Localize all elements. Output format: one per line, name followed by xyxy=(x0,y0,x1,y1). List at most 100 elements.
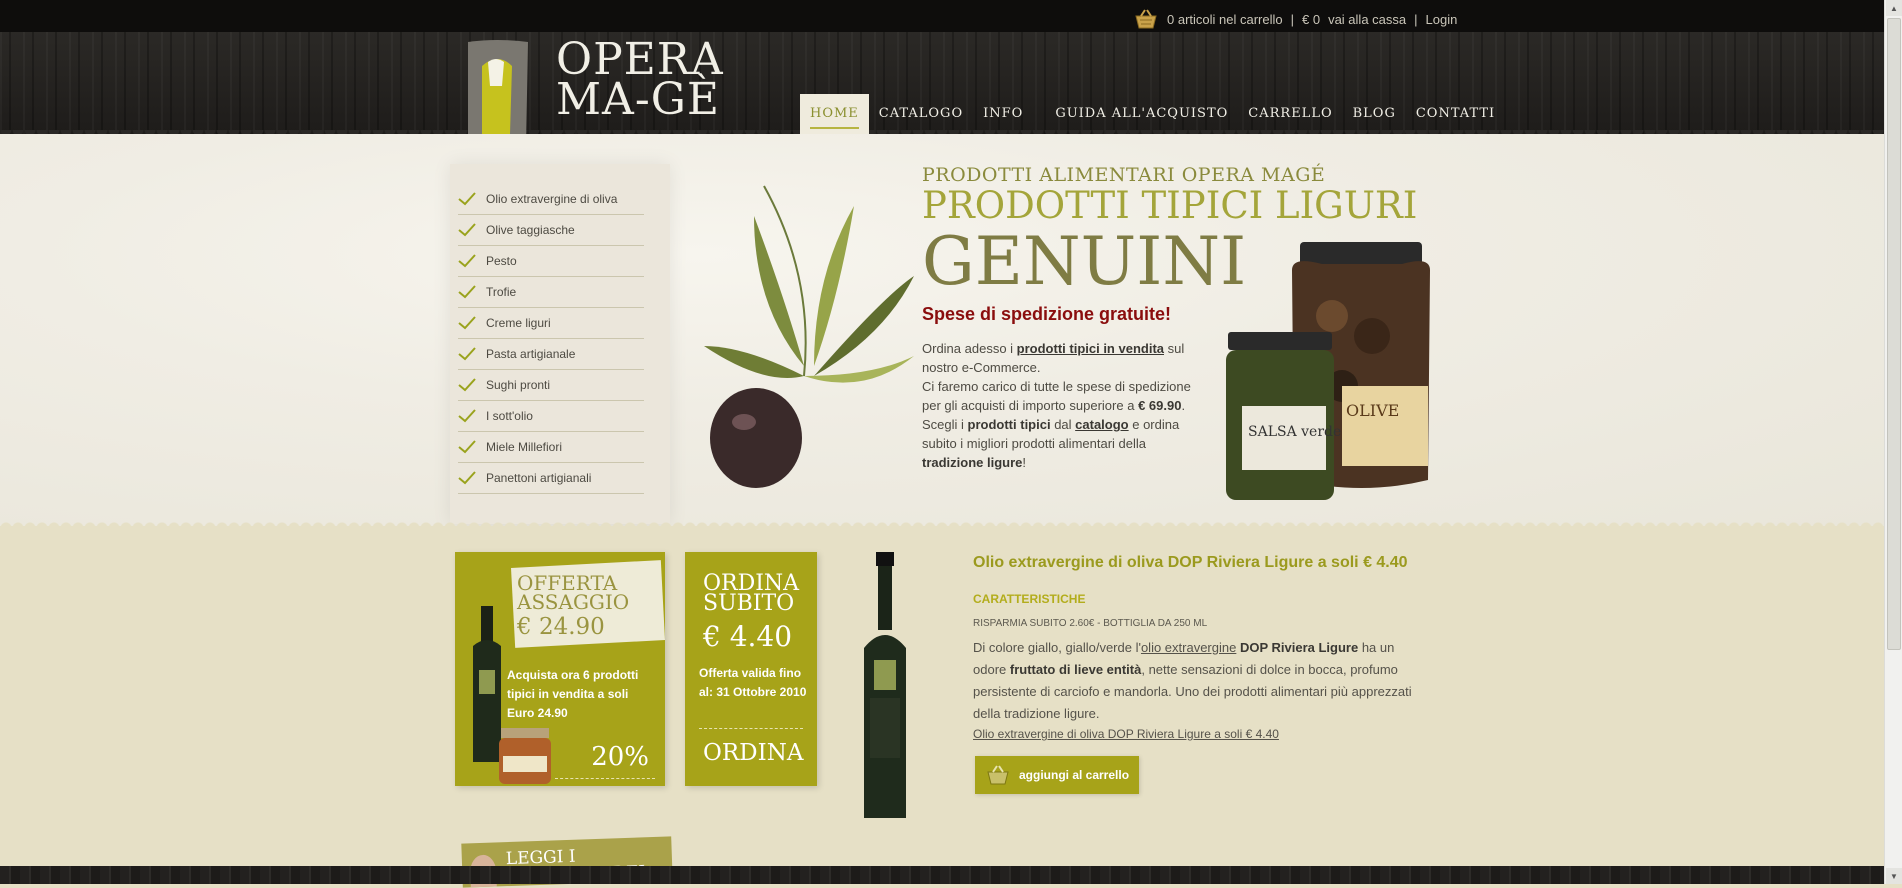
hero-text-segment: dal xyxy=(1050,417,1076,432)
category-label: Trofie xyxy=(486,285,517,299)
category-item[interactable]: Sughi pronti xyxy=(458,370,644,401)
category-item[interactable]: Pasta artigianale xyxy=(458,339,644,370)
scrollbar[interactable]: ▲ ▼ xyxy=(1884,0,1902,884)
desc-bold: fruttato di lieve entità xyxy=(1009,662,1142,677)
scroll-up-icon[interactable]: ▲ xyxy=(1886,0,1902,16)
nav-info[interactable]: INFO xyxy=(973,94,1033,139)
category-item[interactable]: Pesto xyxy=(458,246,644,277)
hero-bold-text: tradizione ligure xyxy=(922,455,1023,470)
hero-subtitle: PRODOTTI ALIMENTARI OPERA MAGÉ xyxy=(922,164,1326,186)
top-bar: 0 articoli nel carrello | € 0 vai alla c… xyxy=(0,0,1884,32)
olive-branch-image xyxy=(704,185,914,488)
hero-text-segment: . xyxy=(1181,398,1186,413)
oil-bottle-image[interactable] xyxy=(850,552,920,824)
category-label: Creme liguri xyxy=(486,316,551,330)
scroll-thumb[interactable] xyxy=(1887,18,1901,650)
category-label: I sott'olio xyxy=(486,409,533,423)
main-nav: HOME CATALOGO INFO GUIDA ALL'ACQUISTO CA… xyxy=(800,94,1505,139)
category-item[interactable]: Panettoni artigianali xyxy=(458,463,644,494)
check-icon xyxy=(458,192,476,206)
products-link[interactable]: prodotti tipici in vendita xyxy=(1017,341,1164,356)
salsa-jar-label: SALSA verde xyxy=(1248,424,1341,440)
product-detail: Olio extravergine di oliva DOP Riviera L… xyxy=(973,554,1417,741)
hero-body: Ordina adesso i prodotti tipici in vendi… xyxy=(922,339,1192,472)
category-label: Pasta artigianale xyxy=(486,347,576,361)
check-icon xyxy=(458,440,476,454)
honey-jar-icon xyxy=(499,728,551,784)
product-saving: RISPARMIA SUBITO 2.60€ - BOTTIGLIA DA 25… xyxy=(973,618,1208,629)
basket-icon[interactable] xyxy=(1133,8,1159,30)
promo-offer-price: € 24.90 xyxy=(517,614,605,640)
hero-text-segment: Ordina adesso i xyxy=(922,341,1017,356)
add-to-cart-label: aggiungi al carrello xyxy=(1019,768,1130,782)
olive-oil-link[interactable]: olio extravergine xyxy=(1141,640,1236,655)
divider xyxy=(699,728,803,729)
cart-total: € 0 xyxy=(1302,11,1321,27)
promo-order-card[interactable]: ORDINA SUBITO € 4.40 Offerta valida fino… xyxy=(685,552,817,786)
lower-section xyxy=(0,520,1884,866)
category-item[interactable]: Olive taggiasche xyxy=(458,215,644,246)
catalog-link[interactable]: catalogo xyxy=(1075,417,1128,432)
promo-order-price: € 4.40 xyxy=(703,620,793,653)
category-item[interactable]: Olio extravergine di oliva xyxy=(458,184,644,215)
check-icon xyxy=(458,378,476,392)
divider xyxy=(555,778,655,779)
nav-catalogo[interactable]: CATALOGO xyxy=(869,94,973,139)
desc-segment: Di colore giallo, giallo/verde l' xyxy=(973,640,1141,655)
brand-line-2: MA-GÈ xyxy=(556,74,720,125)
scroll-down-icon[interactable]: ▼ xyxy=(1886,868,1902,884)
olive-jar-label: OLIVE xyxy=(1346,401,1399,420)
hero-title: PRODOTTI TIPICI LIGURI xyxy=(922,184,1418,227)
hero-text-segment: Scegli i xyxy=(922,417,968,432)
shipping-threshold: € 69.90 xyxy=(1138,398,1182,413)
promo-offer-text: Acquista ora 6 prodotti tipici in vendit… xyxy=(507,668,639,720)
category-label: Sughi pronti xyxy=(486,378,551,392)
login-link[interactable]: Login xyxy=(1426,12,1458,27)
category-label: Pesto xyxy=(486,254,517,268)
desc-bold: DOP Riviera Ligure xyxy=(1239,640,1359,655)
product-section-heading: CARATTERISTICHE xyxy=(973,592,1086,606)
category-label: Olio extravergine di oliva xyxy=(486,192,618,206)
category-item[interactable]: I sott'olio xyxy=(458,401,644,432)
product-link[interactable]: Olio extravergine di oliva DOP Riviera L… xyxy=(973,727,1417,741)
check-icon xyxy=(458,316,476,330)
nav-blog[interactable]: BLOG xyxy=(1343,94,1406,139)
hero-text-segment: ! xyxy=(1022,455,1027,470)
cart-summary: 0 articoli nel carrello | € 0 vai alla c… xyxy=(1133,8,1457,30)
category-label: Panettoni artigianali xyxy=(486,471,592,485)
separator: | xyxy=(1414,11,1418,27)
product-title[interactable]: Olio extravergine di oliva DOP Riviera L… xyxy=(973,554,1417,572)
category-label: Miele Millefiori xyxy=(486,440,563,454)
category-item[interactable]: Creme liguri xyxy=(458,308,644,339)
footer-wood xyxy=(0,866,1884,884)
checkout-link[interactable]: vai alla cassa xyxy=(1328,12,1406,27)
nav-contatti[interactable]: CONTATTI xyxy=(1406,94,1505,139)
category-label: Olive taggiasche xyxy=(486,223,575,237)
category-item[interactable]: Trofie xyxy=(458,277,644,308)
cart-count: 0 articoli nel carrello xyxy=(1167,11,1283,27)
check-icon xyxy=(458,223,476,237)
basket-icon xyxy=(987,765,1009,785)
check-icon xyxy=(458,409,476,423)
jars-image: OLIVE SALSA verde xyxy=(1226,242,1430,500)
promo-order-title: ORDINA SUBITO xyxy=(703,571,800,616)
nav-home[interactable]: HOME xyxy=(800,94,869,139)
check-icon xyxy=(458,347,476,361)
category-item[interactable]: Miele Millefiori xyxy=(458,432,644,463)
product-description: Di colore giallo, giallo/verde l'olio ex… xyxy=(973,637,1417,725)
nav-carrello[interactable]: CARRELLO xyxy=(1238,94,1342,139)
check-icon xyxy=(458,471,476,485)
add-to-cart-button[interactable]: aggiungi al carrello xyxy=(975,756,1139,794)
promo-order-validity: Offerta valida fino al: 31 Ottobre 2010 xyxy=(699,666,807,699)
nav-guida[interactable]: GUIDA ALL'ACQUISTO xyxy=(1045,94,1238,139)
check-icon xyxy=(458,285,476,299)
hero-bold-text: prodotti tipici xyxy=(967,417,1051,432)
order-button[interactable]: ORDINA xyxy=(703,740,803,766)
category-list: Olio extravergine di oliva Olive taggias… xyxy=(458,184,644,494)
check-icon xyxy=(458,254,476,268)
brand-wordmark: OPERA MA-GÈ xyxy=(556,38,724,125)
separator: | xyxy=(1290,11,1294,27)
promo-offer-card[interactable]: OFFERTA ASSAGGIO € 24.90 Acquista ora 6 … xyxy=(455,552,665,786)
promo-offer-title: OFFERTA ASSAGGIO xyxy=(517,571,630,614)
promo-discount: 20% xyxy=(591,742,649,772)
